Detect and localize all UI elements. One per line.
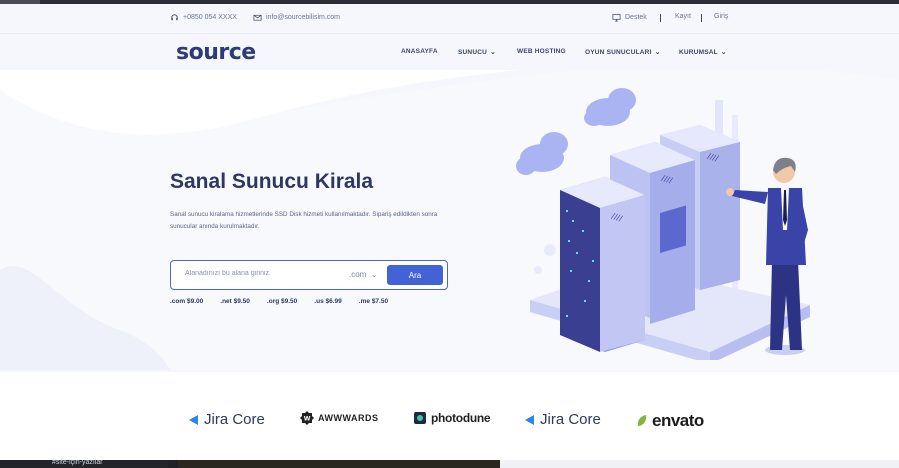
login-label: Giriş: [714, 13, 729, 20]
phone-text: +0850 054 XXXX: [183, 14, 237, 21]
headset-icon: [171, 14, 178, 21]
chevron-down-icon: ⌄: [654, 49, 661, 56]
partner-name: AWWWARDS: [318, 413, 379, 423]
support-label: Destek: [625, 14, 647, 21]
server-illustration: //// //// ////: [516, 88, 810, 360]
partner-logo-awwwards[interactable]: W AWWWARDS: [300, 411, 379, 425]
support-link[interactable]: Destek: [612, 13, 647, 22]
taskbar-strip: [0, 460, 899, 468]
chevron-down-icon: ⌄: [490, 49, 497, 56]
nav-label: ANASAYFA: [401, 48, 438, 55]
partner-name: Jira Core: [540, 411, 601, 428]
divider: [701, 14, 702, 22]
search-button[interactable]: Ara: [387, 265, 443, 285]
awwwards-badge-icon: W: [300, 411, 314, 425]
cloud-icon: [516, 132, 568, 175]
tld-select[interactable]: .com ⌄: [349, 270, 377, 279]
cloud-icon: [584, 88, 636, 126]
login-link[interactable]: Giriş: [714, 13, 728, 20]
price-item: .org $9.50: [267, 298, 297, 305]
jira-arrow-icon: [525, 414, 534, 425]
domain-price-list: .com $9.00 .net $9.50 .org $9.50 .us $6.…: [170, 298, 388, 305]
tld-selected: .com: [349, 270, 367, 279]
price-tld: .org: [266, 298, 280, 305]
price-value: $9.50: [281, 298, 298, 305]
price-tld: .net: [220, 298, 232, 305]
partner-logo-jira-core-2[interactable]: Jira Core: [524, 411, 601, 428]
jira-arrow-icon: [189, 414, 198, 425]
price-item: .com $9.00: [170, 298, 203, 305]
nav-item-kurumsal[interactable]: KURUMSAL ⌄: [679, 48, 727, 57]
price-tld: .com: [170, 298, 186, 305]
nav-item-oyun-sunuculari[interactable]: OYUN SUNUCULARI ⌄: [585, 48, 661, 57]
hero-description: Sanal sunucu kiralama hizmetlerinde SSD …: [170, 211, 438, 230]
envato-leaf-icon: [637, 415, 647, 426]
email-contact[interactable]: info@sourcebilisim.com: [253, 13, 340, 22]
svg-text:W: W: [304, 416, 311, 423]
nav-item-anasayfa[interactable]: ANASAYFA: [401, 48, 438, 55]
taskbar-label: #site-için-yazılar: [52, 459, 103, 466]
email-text: info@sourcebilisim.com: [266, 14, 341, 21]
price-item: .net $9.50: [220, 298, 250, 305]
price-item: .me $7.50: [359, 298, 388, 305]
divider: [660, 14, 661, 22]
partner-name: Jira Core: [204, 411, 265, 428]
monitor-icon: [612, 13, 621, 22]
hero-title: Sanal Sunucu Kirala: [170, 170, 374, 193]
phone-contact[interactable]: +0850 054 XXXX: [170, 13, 237, 22]
partner-logo-envato[interactable]: envato: [636, 411, 704, 431]
nav-label: SUNUCU: [458, 48, 488, 56]
partner-logo-photodune[interactable]: photodune: [413, 411, 491, 425]
chevron-down-icon: ⌄: [371, 271, 378, 279]
nav-item-web-hosting[interactable]: WEB HOSTING: [517, 48, 566, 55]
price-tld: .us: [314, 298, 324, 305]
chevron-down-icon: ⌄: [720, 49, 727, 56]
register-label: Kayıt: [675, 13, 691, 20]
nav-label: WEB HOSTING: [517, 48, 566, 55]
site-logo[interactable]: source: [176, 40, 256, 65]
partner-logo-jira-core[interactable]: Jira Core: [188, 411, 265, 428]
top-bar: +0850 054 XXXX info@sourcebilisim.com De…: [0, 4, 899, 34]
domain-search-box: .com ⌄ Ara: [170, 260, 448, 290]
nav-item-sunucu[interactable]: SUNUCU ⌄: [458, 48, 497, 57]
price-value: $6.99: [325, 298, 342, 305]
mail-icon: [253, 14, 262, 21]
price-item: .us $6.99: [314, 298, 342, 305]
price-value: $9.50: [233, 298, 250, 305]
nav-label: OYUN SUNUCULARI: [585, 48, 652, 56]
price-value: $9.00: [186, 298, 204, 305]
photodune-icon: [414, 412, 426, 424]
domain-search-input[interactable]: [185, 270, 335, 277]
price-tld: .me: [358, 298, 370, 305]
partner-name: envato: [652, 411, 704, 430]
price-value: $7.50: [371, 298, 389, 305]
register-link[interactable]: Kayıt: [675, 13, 691, 20]
nav-label: KURUMSAL: [679, 48, 718, 56]
partner-name: photodune: [431, 411, 491, 425]
